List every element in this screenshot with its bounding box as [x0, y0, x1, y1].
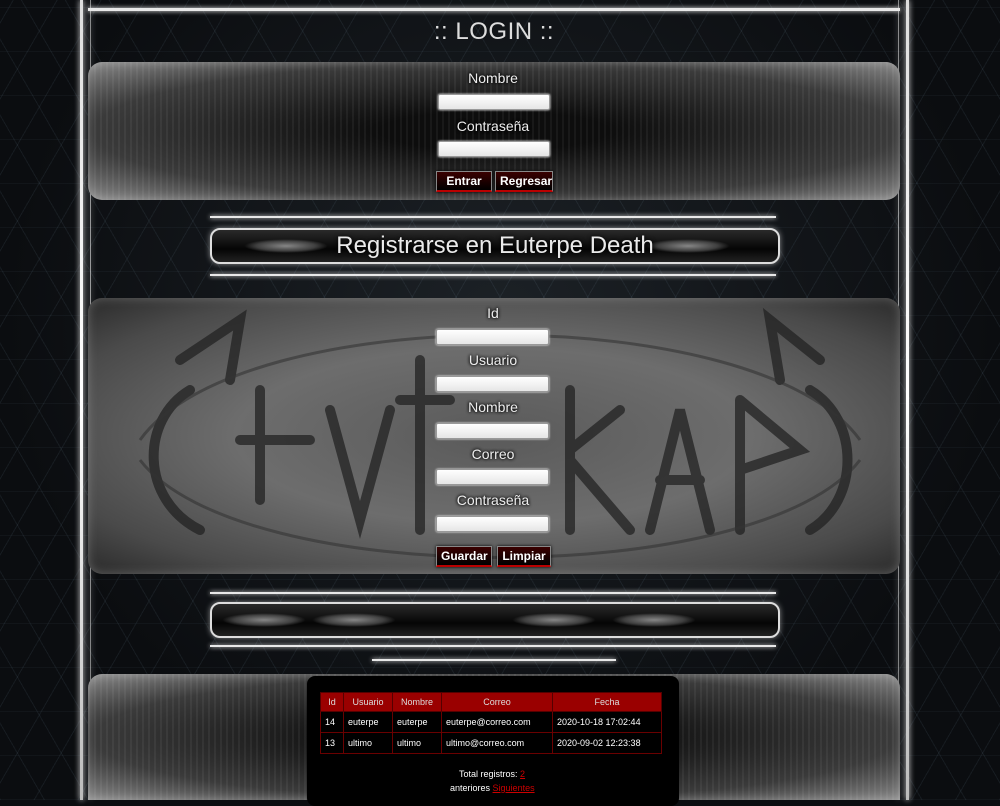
cell-usuario: ultimo: [343, 732, 393, 754]
back-button[interactable]: Regresar: [495, 171, 553, 192]
list-divider: [372, 659, 616, 661]
register-password-input[interactable]: [436, 516, 549, 532]
prev-label: anteriores: [450, 783, 491, 793]
top-divider: [88, 8, 900, 11]
register-id-label: Id: [487, 305, 499, 321]
ornament-banner: [210, 602, 780, 638]
table-row[interactable]: 13 ultimo ultimo ultimo@correo.com 2020-…: [320, 732, 662, 754]
table-header-row: Id Usuario Nombre Correo Fecha: [320, 692, 662, 712]
register-id-input[interactable]: [436, 329, 549, 345]
cell-correo: ultimo@correo.com: [441, 732, 553, 754]
register-name-label: Nombre: [468, 399, 518, 415]
total-records: Total registros: 2: [459, 769, 525, 779]
enter-button[interactable]: Entrar: [436, 171, 492, 192]
cell-usuario: euterpe: [343, 711, 393, 733]
login-name-label: Nombre: [468, 70, 518, 86]
col-header-usuario: Usuario: [343, 692, 393, 712]
records-table: Id Usuario Nombre Correo Fecha 14 euterp…: [320, 692, 662, 754]
ornament-4-icon: [612, 613, 696, 627]
frame-right-line: [906, 0, 909, 800]
next-link[interactable]: Siguientes: [493, 783, 535, 793]
col-header-fecha: Fecha: [552, 692, 662, 712]
cell-nombre: euterpe: [392, 711, 442, 733]
login-title: :: LOGIN ::: [433, 18, 555, 45]
table-row[interactable]: 14 euterpe euterpe euterpe@correo.com 20…: [320, 711, 662, 733]
banner-top-divider: [210, 216, 776, 218]
frame-left-line: [80, 0, 83, 800]
register-email-label: Correo: [471, 446, 515, 462]
col-header-nombre: Nombre: [392, 692, 442, 712]
cell-nombre: ultimo: [392, 732, 442, 754]
login-password-label: Contraseña: [456, 118, 530, 134]
register-user-input[interactable]: [436, 376, 549, 392]
clear-button[interactable]: Limpiar: [497, 546, 551, 567]
banner2-top-divider: [210, 592, 776, 594]
register-title: Registrarse en Euterpe Death: [336, 232, 654, 259]
col-header-correo: Correo: [441, 692, 553, 712]
login-name-input[interactable]: [438, 94, 550, 110]
col-header-id: Id: [320, 692, 344, 712]
banner2-bottom-divider: [210, 645, 776, 647]
banner-bottom-divider: [210, 274, 776, 276]
cell-fecha: 2020-09-02 12:23:38: [552, 732, 662, 754]
pagination: anteriores Siguientes: [450, 783, 535, 793]
register-email-input[interactable]: [436, 469, 549, 485]
register-password-label: Contraseña: [456, 492, 530, 508]
save-button[interactable]: Guardar: [436, 546, 492, 567]
register-banner: Registrarse en Euterpe Death: [210, 228, 780, 264]
login-password-input[interactable]: [438, 141, 550, 157]
cell-fecha: 2020-10-18 17:02:44: [552, 711, 662, 733]
total-value-link[interactable]: 2: [520, 769, 525, 779]
register-user-label: Usuario: [468, 352, 518, 368]
ornament-1-icon: [222, 613, 306, 627]
register-name-input[interactable]: [436, 423, 549, 439]
ornament-2-icon: [312, 613, 396, 627]
ornament-3-icon: [512, 613, 596, 627]
total-label: Total registros:: [459, 769, 518, 779]
cell-correo: euterpe@correo.com: [441, 711, 553, 733]
cell-id: 14: [320, 711, 344, 733]
cell-id: 13: [320, 732, 344, 754]
